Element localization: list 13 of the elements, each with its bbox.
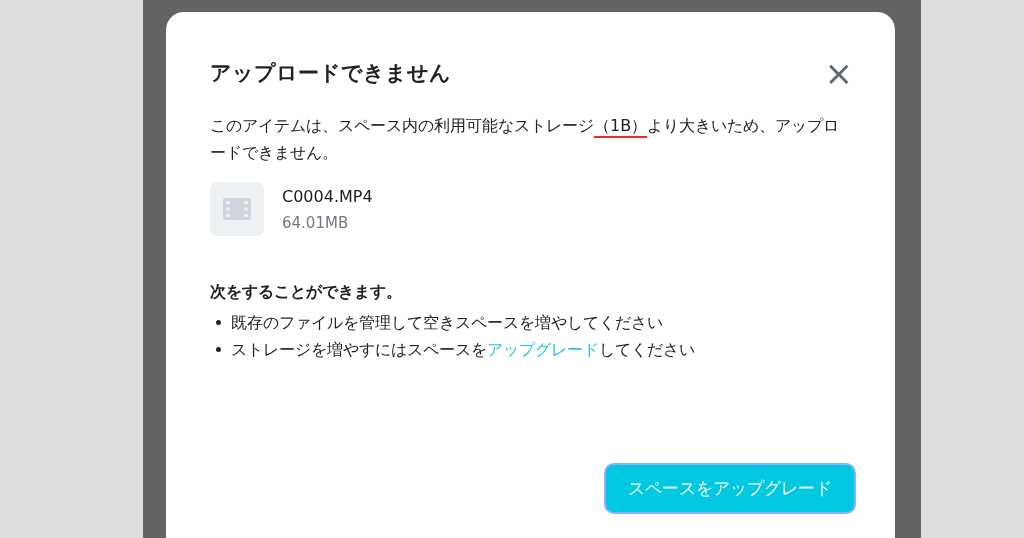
bullet-icon <box>216 347 221 352</box>
file-name: C0004.MP4 <box>282 186 373 206</box>
close-button[interactable]: × <box>824 56 853 90</box>
option-text: 既存のファイルを管理して空きスペースを増やしてください <box>231 312 663 334</box>
dialog-title: アップロードできません <box>210 60 451 87</box>
upgrade-link[interactable]: アップグレード <box>487 340 599 359</box>
upgrade-button[interactable]: スペースをアップグレード <box>604 463 856 514</box>
file-size: 64.01MB <box>282 213 350 232</box>
bullet-icon <box>216 320 221 325</box>
option-text: ストレージを増やすにはスペースをアップグレード してください <box>231 339 695 361</box>
options-heading: 次をすることができます。 <box>210 282 403 303</box>
message-text: このアイテムは、スペース内の利用可能なストレージ（1B）より大きいため、アップロードできません。 <box>210 115 841 164</box>
video-file-icon <box>210 182 264 236</box>
